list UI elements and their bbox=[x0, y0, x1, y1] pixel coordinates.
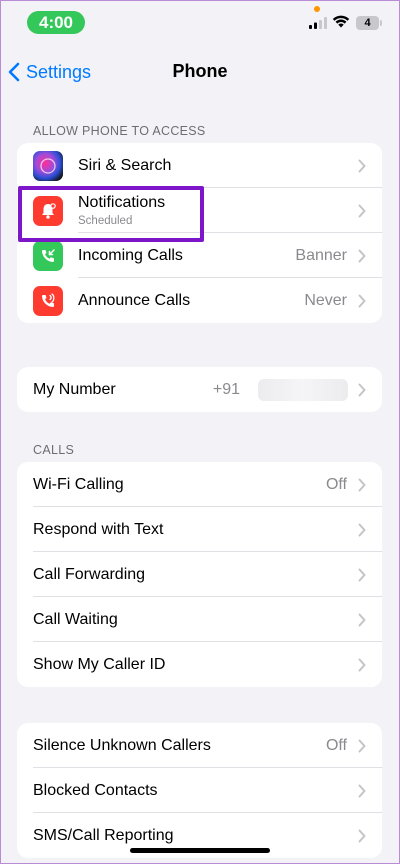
incoming-calls-icon bbox=[33, 240, 63, 271]
call-forwarding-label: Call Forwarding bbox=[33, 565, 146, 583]
announce-calls-label: Announce Calls bbox=[78, 291, 191, 309]
my-number-label: My Number bbox=[33, 380, 116, 398]
respond-with-text-label: Respond with Text bbox=[33, 520, 164, 538]
show-caller-id-label: Show My Caller ID bbox=[33, 655, 166, 673]
chevron-right-icon bbox=[358, 523, 366, 536]
respond-with-text-row[interactable]: Respond with Text bbox=[17, 507, 382, 552]
status-time[interactable]: 4:00 bbox=[27, 11, 85, 34]
wifi-calling-label: Wi-Fi Calling bbox=[33, 475, 124, 493]
chevron-right-icon bbox=[358, 159, 366, 172]
cellular-signal-icon bbox=[309, 17, 327, 29]
siri-icon bbox=[33, 150, 63, 181]
redacted-number-blur bbox=[258, 378, 348, 401]
privacy-indicator-dot bbox=[314, 6, 320, 12]
chevron-right-icon bbox=[358, 383, 366, 396]
section-header-calls: CALLS bbox=[33, 443, 75, 457]
section-header-allow-access: ALLOW PHONE TO ACCESS bbox=[33, 124, 206, 138]
call-waiting-row[interactable]: Call Waiting bbox=[17, 597, 382, 642]
status-bar: 4:00 4 bbox=[0, 0, 400, 44]
blocking-group: Silence Unknown Callers Off Blocked Cont… bbox=[17, 723, 382, 858]
chevron-right-icon bbox=[358, 739, 366, 752]
silence-unknown-callers-row[interactable]: Silence Unknown Callers Off bbox=[17, 723, 382, 768]
blocked-contacts-row[interactable]: Blocked Contacts bbox=[17, 768, 382, 813]
my-number-row[interactable]: My Number +91 bbox=[17, 367, 382, 412]
chevron-right-icon bbox=[358, 294, 366, 307]
chevron-right-icon bbox=[358, 784, 366, 797]
chevron-right-icon bbox=[358, 204, 366, 217]
home-indicator[interactable] bbox=[130, 848, 270, 853]
chevron-right-icon bbox=[358, 658, 366, 671]
incoming-calls-value: Banner bbox=[295, 246, 347, 264]
chevron-right-icon bbox=[358, 613, 366, 626]
incoming-calls-label: Incoming Calls bbox=[78, 246, 183, 264]
notifications-highlight-box bbox=[18, 186, 204, 242]
calls-group: Wi-Fi Calling Off Respond with Text Call… bbox=[17, 462, 382, 687]
wifi-icon bbox=[332, 15, 350, 28]
announce-calls-row[interactable]: Announce Calls Never bbox=[17, 278, 382, 323]
call-forwarding-row[interactable]: Call Forwarding bbox=[17, 552, 382, 597]
wifi-calling-value: Off bbox=[325, 475, 347, 493]
chevron-right-icon bbox=[358, 568, 366, 581]
siri-search-label: Siri & Search bbox=[78, 156, 172, 174]
announce-calls-icon bbox=[33, 285, 63, 316]
announce-calls-value: Never bbox=[304, 291, 347, 309]
chevron-right-icon bbox=[358, 249, 366, 262]
my-number-group: My Number +91 bbox=[17, 367, 382, 412]
sms-call-reporting-label: SMS/Call Reporting bbox=[33, 826, 174, 844]
page-title: Phone bbox=[172, 61, 228, 81]
battery-indicator: 4 bbox=[356, 16, 382, 30]
siri-search-row[interactable]: Siri & Search bbox=[17, 143, 382, 188]
my-number-value: +91 bbox=[212, 380, 240, 398]
wifi-calling-row[interactable]: Wi-Fi Calling Off bbox=[17, 462, 382, 507]
silence-unknown-callers-label: Silence Unknown Callers bbox=[33, 736, 211, 754]
navigation-bar: Settings Phone bbox=[0, 52, 400, 92]
chevron-right-icon bbox=[358, 478, 366, 491]
show-caller-id-row[interactable]: Show My Caller ID bbox=[17, 642, 382, 687]
chevron-right-icon bbox=[358, 829, 366, 842]
call-waiting-label: Call Waiting bbox=[33, 610, 118, 628]
blocked-contacts-label: Blocked Contacts bbox=[33, 781, 158, 799]
silence-unknown-callers-value: Off bbox=[325, 736, 347, 754]
